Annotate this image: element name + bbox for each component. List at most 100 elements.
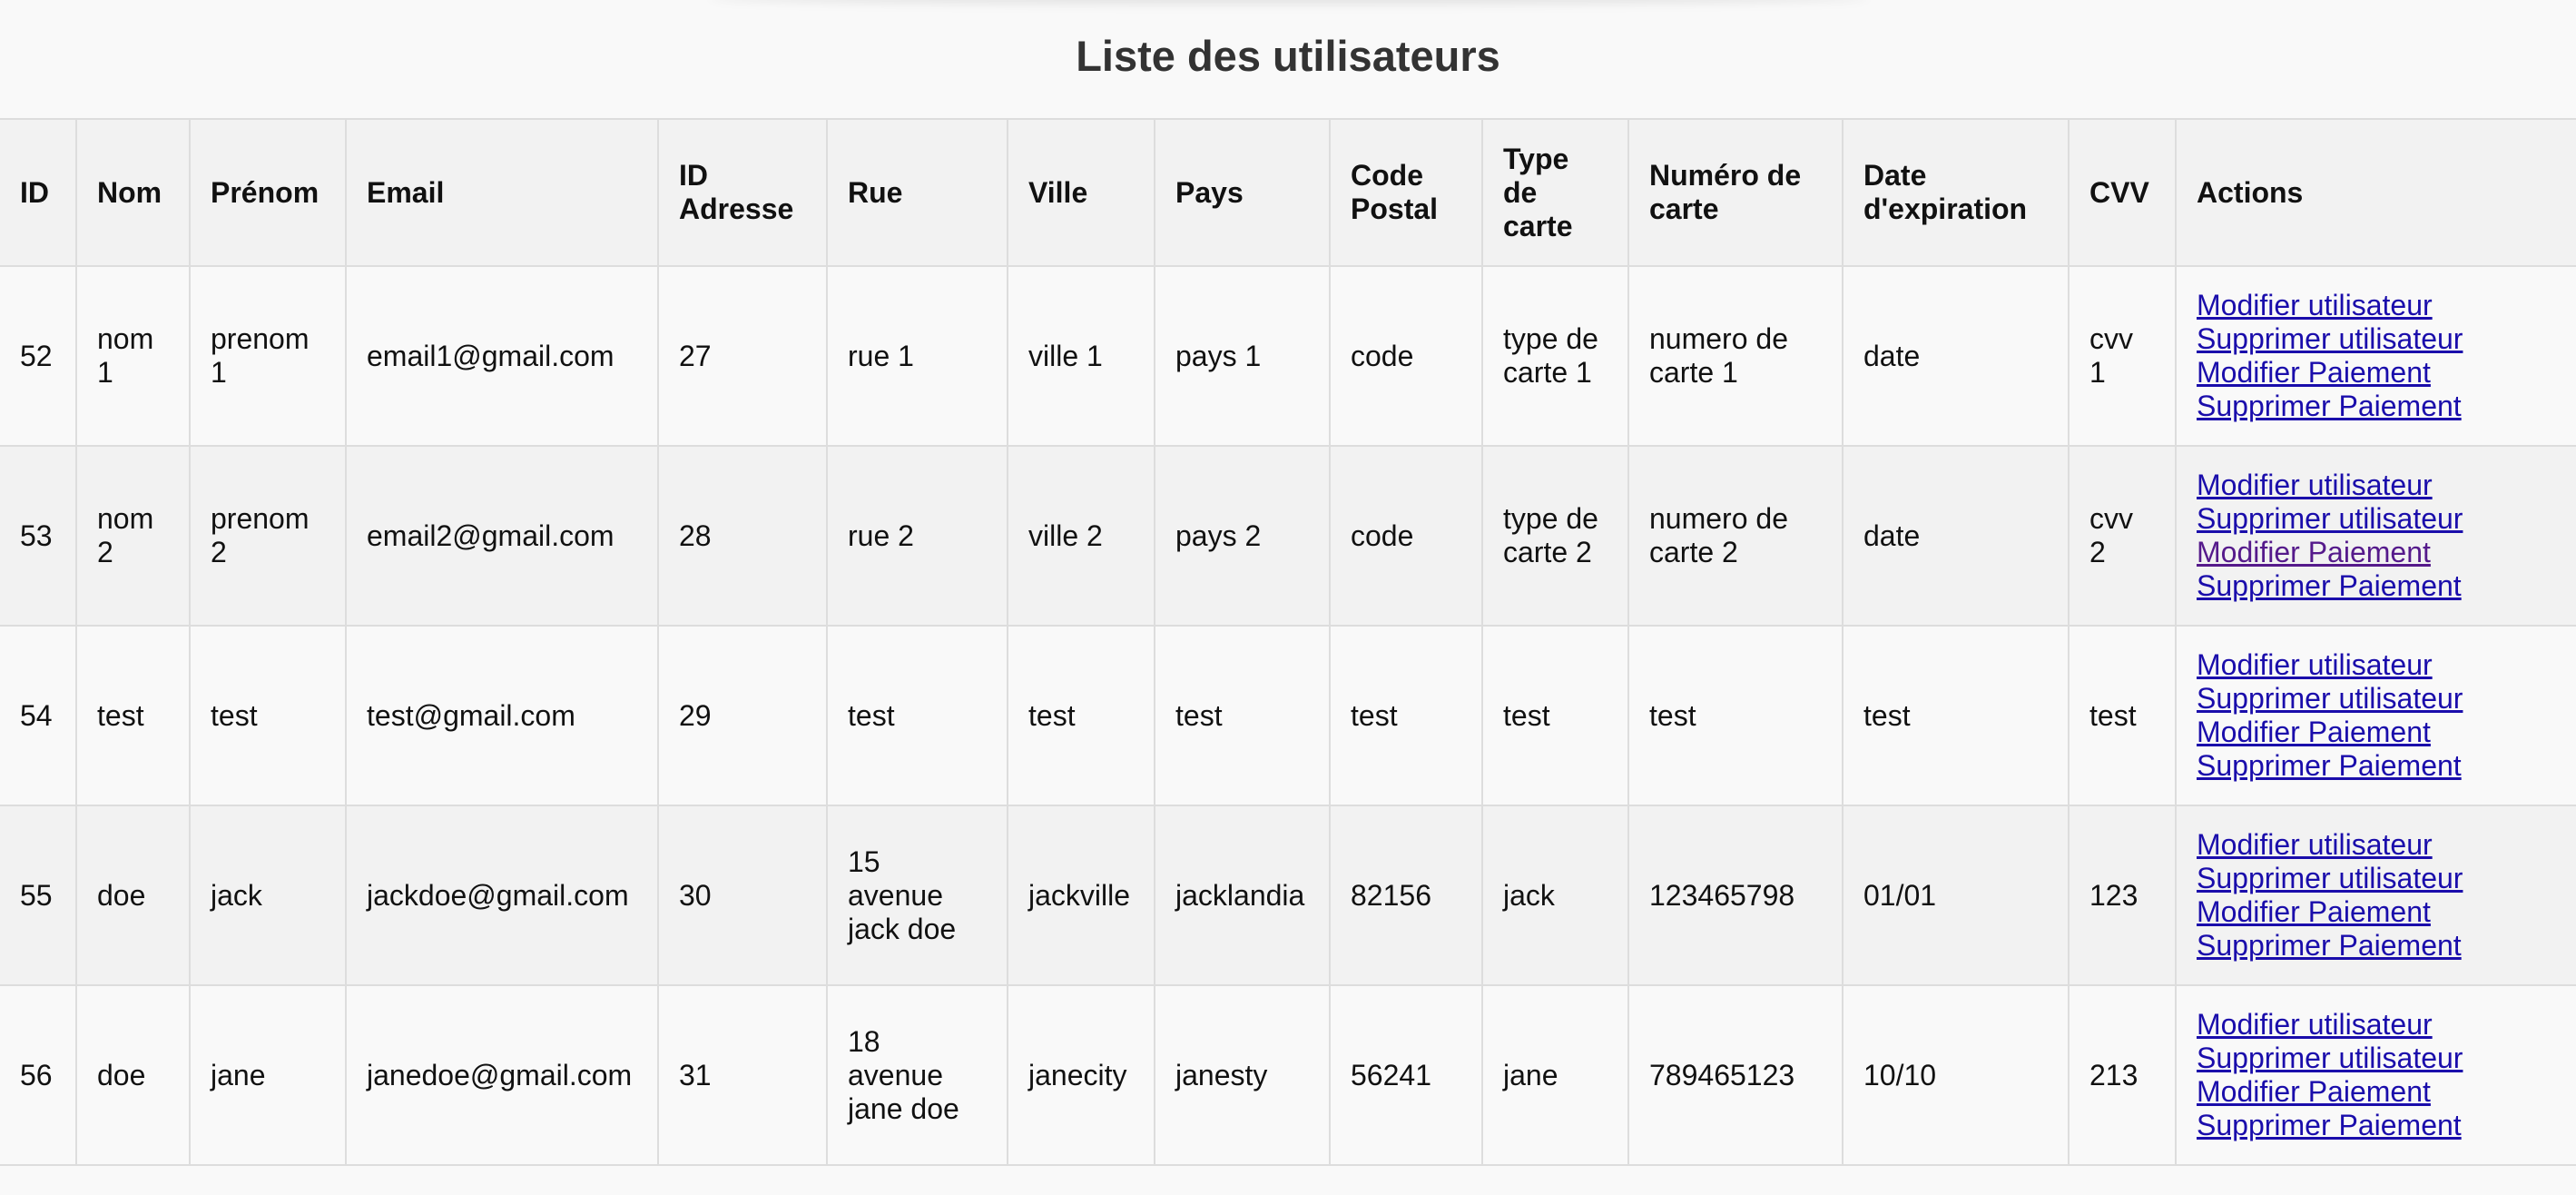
cell-actions: Modifier utilisateur Supprimer utilisateu… [2175, 984, 2576, 1166]
cell-date-expiration: date [1842, 265, 2070, 447]
header-email: Email [345, 118, 659, 267]
cell-email: email1@gmail.com [345, 265, 659, 447]
cell-type-carte: type de carte 1 [1481, 265, 1629, 447]
cell-pays: jacklandia [1154, 805, 1331, 986]
cell-actions: Modifier utilisateur Supprimer utilisateu… [2175, 445, 2576, 627]
cell-code-postal: code [1329, 445, 1483, 627]
cell-pays: janesty [1154, 984, 1331, 1166]
cell-rue: test [826, 625, 1008, 806]
cell-numero-carte: 789465123 [1627, 984, 1844, 1166]
edit-payment-link[interactable]: Modifier Paiement [2197, 356, 2556, 390]
delete-payment-link[interactable]: Supprimer Paiement [2197, 569, 2556, 603]
table-row: 55 doe jack jackdoe@gmail.com 30 15 avenue ja… [0, 805, 2576, 986]
cell-cvv: 123 [2068, 805, 2177, 986]
cell-numero-carte: test [1627, 625, 1844, 806]
cell-email: jackdoe@gmail.com [345, 805, 659, 986]
cell-email: email2@gmail.com [345, 445, 659, 627]
delete-user-link[interactable]: Supprimer utilisateur [2197, 502, 2556, 536]
cell-cvv: test [2068, 625, 2177, 806]
cell-rue: 18 avenue jane doe [826, 984, 1008, 1166]
cell-email: janedoe@gmail.com [345, 984, 659, 1166]
table-row: 52 nom 1 prenom 1 email1@gmail.com 27 rue 1 vi… [0, 265, 2576, 447]
edit-user-link[interactable]: Modifier utilisateur [2197, 828, 2556, 862]
cell-rue: 15 avenue jack doe [826, 805, 1008, 986]
table-header-row: ID Nom Prénom Email ID Adresse Rue Ville… [0, 118, 2576, 267]
cell-code-postal: 82156 [1329, 805, 1483, 986]
cell-ville: jackville [1007, 805, 1155, 986]
cell-nom: doe [75, 805, 191, 986]
cell-type-carte: jane [1481, 984, 1629, 1166]
cell-pays: pays 2 [1154, 445, 1331, 627]
edit-payment-link[interactable]: Modifier Paiement [2197, 1075, 2556, 1109]
cell-id: 55 [0, 805, 77, 986]
cell-actions: Modifier utilisateur Supprimer utilisateu… [2175, 805, 2576, 986]
users-table: ID Nom Prénom Email ID Adresse Rue Ville… [0, 118, 2576, 1166]
cell-date-expiration: 01/01 [1842, 805, 2070, 986]
cell-cvv: cvv 1 [2068, 265, 2177, 447]
cell-rue: rue 2 [826, 445, 1008, 627]
cell-id: 53 [0, 445, 77, 627]
cell-ville: test [1007, 625, 1155, 806]
edit-payment-link[interactable]: Modifier Paiement [2197, 536, 2556, 569]
delete-user-link[interactable]: Supprimer utilisateur [2197, 682, 2556, 716]
header-nom: Nom [75, 118, 191, 267]
cell-code-postal: 56241 [1329, 984, 1483, 1166]
cell-email: test@gmail.com [345, 625, 659, 806]
cell-numero-carte: numero de carte 2 [1627, 445, 1844, 627]
cell-actions: Modifier utilisateur Supprimer utilisateu… [2175, 625, 2576, 806]
cell-id: 52 [0, 265, 77, 447]
edit-payment-link[interactable]: Modifier Paiement [2197, 895, 2556, 929]
cell-ville: ville 2 [1007, 445, 1155, 627]
cell-prenom: jack [189, 805, 347, 986]
cell-id-adresse: 31 [657, 984, 828, 1166]
cell-prenom: test [189, 625, 347, 806]
header-cvv: CVV [2068, 118, 2177, 267]
cell-type-carte: test [1481, 625, 1629, 806]
edit-user-link[interactable]: Modifier utilisateur [2197, 469, 2556, 502]
delete-payment-link[interactable]: Supprimer Paiement [2197, 390, 2556, 423]
cell-prenom: jane [189, 984, 347, 1166]
cell-cvv: cvv 2 [2068, 445, 2177, 627]
header-date-expiration: Date d'expiration [1842, 118, 2070, 267]
cell-numero-carte: 123465798 [1627, 805, 1844, 986]
cell-date-expiration: test [1842, 625, 2070, 806]
header-actions: Actions [2175, 118, 2576, 267]
cell-code-postal: test [1329, 625, 1483, 806]
cell-numero-carte: numero de carte 1 [1627, 265, 1844, 447]
delete-payment-link[interactable]: Supprimer Paiement [2197, 749, 2556, 783]
cell-actions: Modifier utilisateur Supprimer utilisateu… [2175, 265, 2576, 447]
cell-prenom: prenom 1 [189, 265, 347, 447]
header-rue: Rue [826, 118, 1008, 267]
cell-date-expiration: date [1842, 445, 2070, 627]
cell-id-adresse: 28 [657, 445, 828, 627]
table-row: 56 doe jane janedoe@gmail.com 31 18 avenue ja… [0, 984, 2576, 1166]
cell-nom: doe [75, 984, 191, 1166]
edit-user-link[interactable]: Modifier utilisateur [2197, 289, 2556, 322]
table-row: 54 test test test@gmail.com 29 test test test te… [0, 625, 2576, 806]
cell-id-adresse: 29 [657, 625, 828, 806]
edit-user-link[interactable]: Modifier utilisateur [2197, 1008, 2556, 1042]
cell-rue: rue 1 [826, 265, 1008, 447]
edit-user-link[interactable]: Modifier utilisateur [2197, 648, 2556, 682]
cell-id-adresse: 30 [657, 805, 828, 986]
cell-prenom: prenom 2 [189, 445, 347, 627]
delete-user-link[interactable]: Supprimer utilisateur [2197, 322, 2556, 356]
cell-date-expiration: 10/10 [1842, 984, 2070, 1166]
delete-user-link[interactable]: Supprimer utilisateur [2197, 1042, 2556, 1075]
delete-user-link[interactable]: Supprimer utilisateur [2197, 862, 2556, 895]
cell-pays: test [1154, 625, 1331, 806]
edit-payment-link[interactable]: Modifier Paiement [2197, 716, 2556, 749]
header-prenom: Prénom [189, 118, 347, 267]
cell-type-carte: jack [1481, 805, 1629, 986]
header-numero-carte: Numéro de carte [1627, 118, 1844, 267]
delete-payment-link[interactable]: Supprimer Paiement [2197, 1109, 2556, 1142]
page-title: Liste des utilisateurs [1076, 32, 1500, 80]
header-type-carte: Type de carte [1481, 118, 1629, 267]
cell-cvv: 213 [2068, 984, 2177, 1166]
cell-type-carte: type de carte 2 [1481, 445, 1629, 627]
delete-payment-link[interactable]: Supprimer Paiement [2197, 929, 2556, 963]
cell-id: 54 [0, 625, 77, 806]
cell-ville: ville 1 [1007, 265, 1155, 447]
header-id: ID [0, 118, 77, 267]
header-ville: Ville [1007, 118, 1155, 267]
